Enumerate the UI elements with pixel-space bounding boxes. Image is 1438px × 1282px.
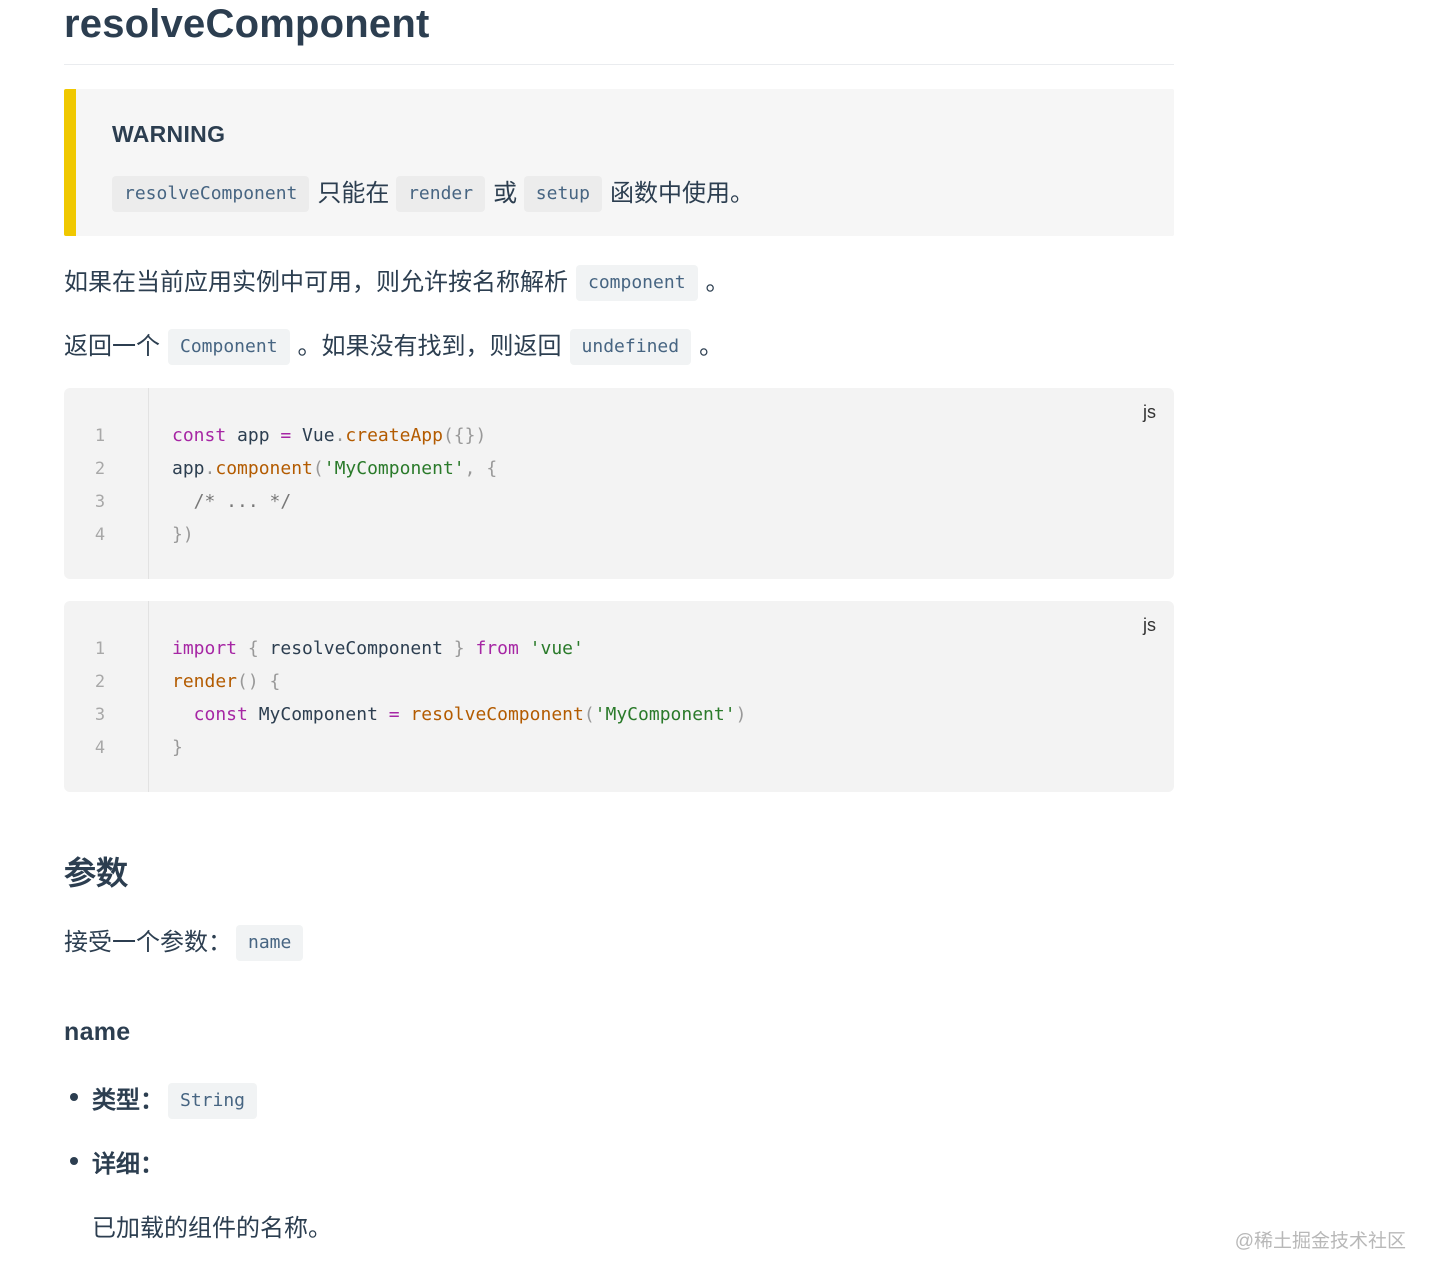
code-language-label: js bbox=[1143, 402, 1156, 422]
inline-code: String bbox=[168, 1083, 258, 1119]
paragraph-text: 。 bbox=[699, 333, 724, 360]
code-line: import { resolveComponent } from 'vue' bbox=[172, 638, 584, 659]
detail-label: 详细： bbox=[92, 1151, 164, 1178]
code-line: }) bbox=[172, 524, 194, 545]
code-line: const app = Vue.createApp({}) bbox=[172, 425, 487, 446]
inline-code: render bbox=[396, 176, 486, 212]
code-language-label: js bbox=[1143, 615, 1156, 635]
line-number: 2 bbox=[94, 672, 106, 692]
line-number: 3 bbox=[94, 705, 106, 725]
inline-code: name bbox=[236, 925, 304, 961]
params-heading: 参数 bbox=[64, 855, 129, 891]
type-list-item: 类型： String bbox=[92, 1080, 265, 1119]
code-line: app.component('MyComponent', { bbox=[172, 458, 498, 479]
paragraph-text: 。如果没有找到，则返回 bbox=[297, 333, 562, 360]
type-label: 类型： bbox=[92, 1087, 164, 1114]
paragraph-text: 。 bbox=[705, 269, 730, 296]
detail-list-item: 详细： bbox=[92, 1144, 164, 1179]
paragraph-text: 返回一个 bbox=[64, 333, 160, 360]
paragraph-text: 如果在当前应用实例中可用，则允许按名称解析 bbox=[64, 269, 568, 296]
line-number-gutter bbox=[64, 388, 149, 579]
watermark: @稀土掘金技术社区 bbox=[1234, 1231, 1406, 1252]
detail-text: 已加载的组件的名称。 bbox=[92, 1215, 332, 1242]
line-number: 2 bbox=[94, 459, 106, 479]
return-paragraph: 返回一个 Component 。如果没有找到，则返回 undefined 。 bbox=[64, 326, 723, 365]
warning-body: resolveComponent 只能在 render 或 setup 函数中使用。 bbox=[112, 173, 754, 212]
warning-callout: WARNING resolveComponent 只能在 render 或 setu… bbox=[64, 89, 1174, 236]
line-number-gutter bbox=[64, 601, 149, 792]
line-number: 4 bbox=[94, 738, 106, 758]
description-paragraph: 如果在当前应用实例中可用，则允许按名称解析 component 。 bbox=[64, 262, 730, 301]
bullet bbox=[70, 1093, 78, 1101]
warning-text: 只能在 bbox=[317, 180, 390, 207]
code-line: render() { bbox=[172, 671, 281, 692]
page-title: resolveComponent bbox=[64, 2, 430, 46]
warning-text: 或 bbox=[493, 180, 518, 207]
code-line: const MyComponent = resolveComponent('My… bbox=[172, 704, 747, 725]
line-number: 1 bbox=[94, 639, 106, 659]
code-block: js 1 2 3 4 import { resolveComponent } f… bbox=[64, 601, 1174, 792]
bullet bbox=[70, 1157, 78, 1165]
line-number: 3 bbox=[94, 492, 106, 512]
warning-title: WARNING bbox=[112, 121, 226, 147]
line-number: 4 bbox=[94, 525, 106, 545]
code-line: /* ... */ bbox=[172, 491, 292, 512]
code-line: } bbox=[172, 737, 183, 758]
paragraph-text: 接受一个参数： bbox=[64, 929, 232, 956]
line-number: 1 bbox=[94, 426, 106, 446]
inline-code: resolveComponent bbox=[112, 176, 310, 212]
name-heading: name bbox=[64, 1018, 131, 1046]
inline-code: component bbox=[576, 265, 698, 301]
inline-code: undefined bbox=[569, 329, 692, 365]
warning-text: 函数中使用。 bbox=[609, 180, 754, 207]
code-block: js 1 2 3 4 const app = Vue.createApp({})… bbox=[64, 388, 1174, 579]
title-divider bbox=[64, 64, 1174, 65]
inline-code: setup bbox=[523, 176, 602, 212]
inline-code: Component bbox=[168, 329, 290, 365]
params-paragraph: 接受一个参数： name bbox=[64, 922, 311, 961]
